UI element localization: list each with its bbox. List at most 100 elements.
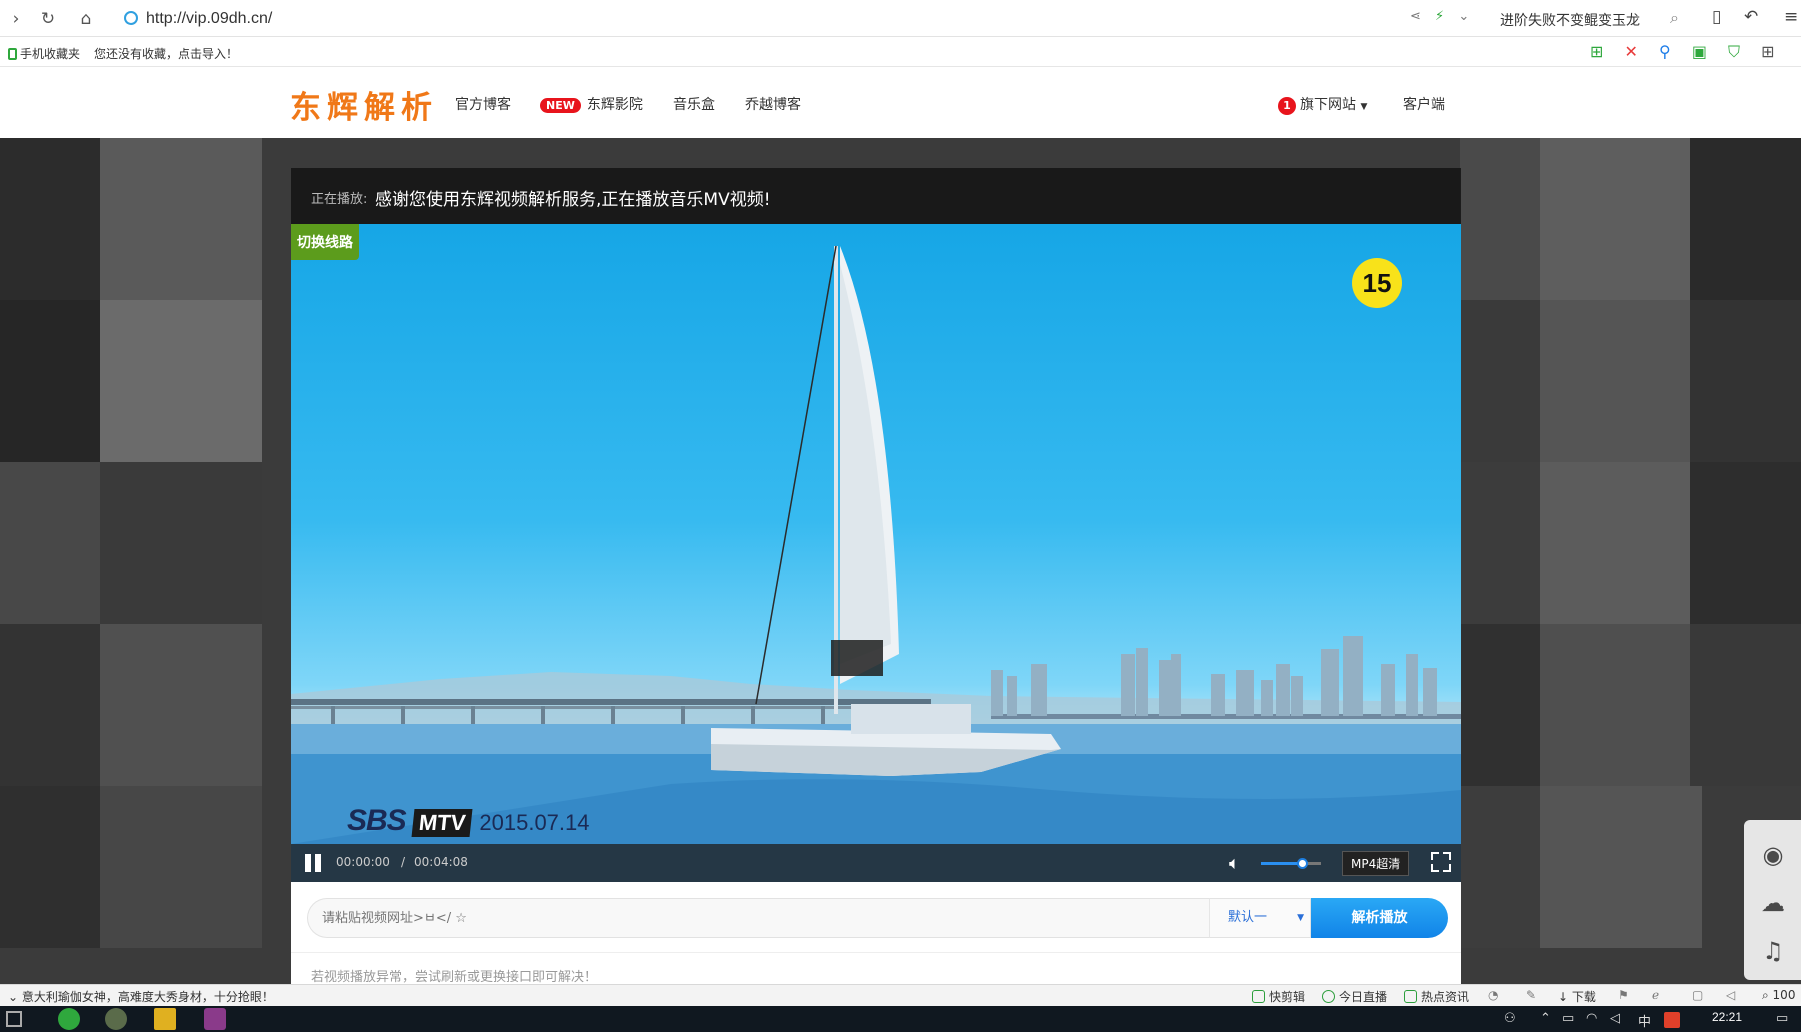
parse-interface-select[interactable]: 默认一 ▼	[1209, 898, 1311, 938]
broadcast-watermark: SBS MTV 2015.07.14	[347, 804, 590, 838]
pin-icon[interactable]: ✎	[1526, 988, 1536, 1002]
hot-news-button[interactable]: 热点资讯	[1404, 988, 1469, 1005]
total-time: 00:04:08	[414, 855, 468, 869]
import-favorites-link[interactable]: 您还没有收藏，点击导入！	[94, 45, 238, 62]
chevron-down-icon[interactable]: ⌄	[1458, 9, 1469, 24]
chevron-icon: ⌄	[8, 990, 22, 1004]
mtv-logo: MTV	[411, 809, 474, 837]
refresh-icon[interactable]: ↻	[36, 7, 60, 31]
volume-tray-icon[interactable]: ◁	[1610, 1011, 1620, 1026]
album-tile	[1540, 624, 1702, 786]
volume-knob[interactable]	[1297, 858, 1308, 869]
zoom-level[interactable]: ⌕ 100	[1762, 988, 1795, 1003]
phone-icon	[8, 48, 17, 60]
home-icon[interactable]: ⌂	[74, 7, 98, 31]
site-header: 东辉解析 官方博客 NEW 东辉影院 音乐盒 乔越博客 1 旗下网站 ▼ 客户端	[0, 68, 1801, 138]
site-logo[interactable]: 东辉解析	[290, 82, 438, 127]
undo-icon[interactable]: ↶	[1744, 7, 1758, 27]
nav-sites-dropdown[interactable]: 1 旗下网站 ▼	[1278, 94, 1367, 115]
lightning-icon[interactable]: ⚡	[1435, 9, 1444, 24]
news-icon	[1404, 990, 1417, 1003]
time-separator: /	[401, 855, 406, 869]
parse-panel: 默认一 ▼ 解析播放 若视频播放异常，尝试刷新或更换接口即可解决！	[291, 882, 1461, 984]
volume-icon[interactable]: 🔈︎	[1229, 853, 1240, 874]
video-url-input[interactable]	[307, 898, 1209, 938]
address-bar[interactable]: http://vip.09dh.cn/	[118, 6, 1418, 32]
quick-edit-button[interactable]: 快剪辑	[1252, 988, 1305, 1005]
album-tile	[1540, 462, 1702, 624]
system-clock[interactable]: 22:21	[1712, 1010, 1742, 1024]
nav-blog[interactable]: 官方博客	[455, 94, 511, 114]
grid-icon[interactable]: ⊞	[1761, 42, 1774, 61]
broadcast-date: 2015.07.14	[479, 810, 590, 835]
now-playing-bar: 正在播放: 感谢您使用东辉视频解析服务,正在播放音乐MV视频!	[291, 168, 1461, 224]
mobile-favorites[interactable]: 手机收藏夹	[8, 45, 80, 62]
people-icon[interactable]: ⚇	[1504, 1011, 1516, 1026]
search-icon[interactable]: ⌕	[1670, 8, 1679, 28]
speed-icon[interactable]: ◔	[1488, 988, 1498, 1002]
ime-indicator[interactable]: 中	[1638, 1011, 1651, 1030]
flag-icon[interactable]: ⚑	[1618, 988, 1629, 1002]
new-badge: NEW	[540, 98, 581, 113]
news-ticker[interactable]: ⌄ 意大利瑜伽女神，高难度大秀身材，十分抢眼！	[8, 988, 274, 1005]
notification-icon[interactable]: ▭	[1776, 1011, 1788, 1026]
weibo-icon[interactable]: ◉	[1758, 840, 1788, 870]
quality-selector[interactable]: MP4超清	[1342, 851, 1410, 876]
download-button[interactable]: ↓ 下载	[1558, 988, 1596, 1005]
wechat-icon[interactable]: ☁	[1758, 888, 1788, 918]
album-tile	[100, 138, 262, 300]
favorites-bar: 手机收藏夹 您还没有收藏，点击导入！ ⊞ ✕ ⚲ ▣ ⛉ ⊞	[0, 37, 1801, 67]
window-icon[interactable]: ▢	[1692, 988, 1703, 1002]
url-text[interactable]: http://vip.09dh.cn/	[146, 10, 272, 28]
player-controls: 00:00:00 / 00:04:08 🔈︎ MP4超清	[291, 844, 1461, 882]
app-icon[interactable]	[204, 1008, 226, 1030]
browser-360-icon[interactable]	[58, 1008, 80, 1030]
volume-slider[interactable]	[1261, 858, 1321, 869]
album-tile	[1540, 786, 1702, 948]
age-rating-badge: 15	[1352, 258, 1402, 308]
speaker-icon[interactable]: ◁	[1726, 988, 1735, 1002]
pause-icon[interactable]	[303, 854, 323, 872]
ie-icon[interactable]: ℯ	[1652, 988, 1659, 1002]
zoom-icon[interactable]: ⚲	[1659, 42, 1671, 61]
live-today-button[interactable]: 今日直播	[1322, 988, 1387, 1005]
share-icon[interactable]: ⋖	[1410, 9, 1421, 24]
tray-chevron-icon[interactable]: ⌃	[1540, 1011, 1551, 1026]
site-globe-icon	[124, 11, 138, 25]
tablet-icon[interactable]: ▯	[1712, 7, 1721, 27]
nav-cinema[interactable]: NEW 东辉影院	[540, 94, 643, 114]
translate-icon[interactable]: ⊞	[1590, 42, 1603, 61]
now-playing-label: 正在播放:	[311, 192, 368, 207]
divider	[291, 952, 1461, 953]
nav-qiaoyue-blog[interactable]: 乔越博客	[745, 94, 801, 114]
network-icon[interactable]: ▭	[1562, 1011, 1574, 1026]
gamepad-icon[interactable]: ▣	[1692, 42, 1707, 61]
shield-icon[interactable]: ⛉	[1728, 42, 1740, 61]
mobile-favorites-label: 手机收藏夹	[20, 47, 81, 61]
scissors-icon[interactable]: ✕	[1625, 42, 1638, 61]
wifi-icon[interactable]: ◠	[1586, 1011, 1597, 1026]
live-today-label: 今日直播	[1339, 990, 1388, 1004]
fullscreen-icon[interactable]	[1431, 852, 1451, 872]
nav-client[interactable]: 客户端	[1403, 94, 1445, 114]
task-view-icon[interactable]	[6, 1011, 22, 1027]
nav-cinema-label: 东辉影院	[586, 97, 643, 113]
parse-play-button[interactable]: 解析播放	[1311, 898, 1448, 938]
nav-music-box[interactable]: 音乐盒	[673, 94, 715, 114]
bell-icon[interactable]: ♫	[1758, 936, 1788, 966]
album-tile	[1690, 462, 1801, 624]
play-icon	[1252, 990, 1265, 1003]
video-player[interactable]: 切换线路 15 SBS MTV 2015.07.14 00:00:00 / 00…	[291, 224, 1461, 882]
news-headline[interactable]: 意大利瑜伽女神，高难度大秀身材，十分抢眼！	[22, 990, 274, 1004]
live-icon	[1322, 990, 1335, 1003]
album-tile	[100, 624, 262, 786]
switch-line-button[interactable]: 切换线路	[291, 224, 359, 260]
hot-search-text[interactable]: 进阶失败不变鲲变玉龙	[1500, 10, 1640, 30]
app-icon[interactable]	[105, 1008, 127, 1030]
menu-icon[interactable]: ≡	[1784, 7, 1798, 27]
folder-icon[interactable]	[154, 1008, 176, 1030]
input-method-icon[interactable]	[1664, 1012, 1680, 1028]
caret-down-icon: ▼	[1360, 102, 1368, 112]
forward-icon[interactable]: ›	[4, 7, 28, 31]
parse-tip: 若视频播放异常，尝试刷新或更换接口即可解决！	[311, 970, 598, 984]
